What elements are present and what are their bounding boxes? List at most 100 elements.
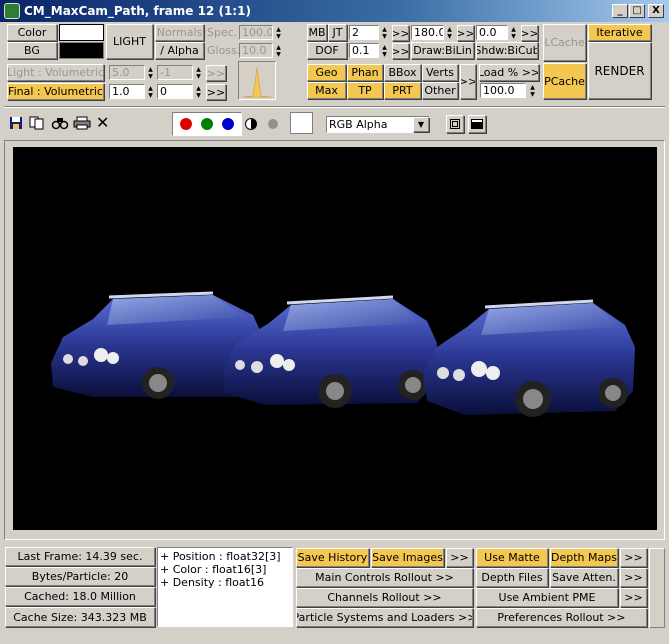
light-volumetric-button[interactable]: Light : Volumetric [7, 64, 104, 81]
preferences-rollout-button[interactable]: Preferences Rollout >> [476, 608, 647, 627]
final-vol-field-1[interactable]: 1.0 [109, 84, 145, 99]
atten-more-button[interactable]: >> [620, 568, 647, 587]
app-icon [4, 3, 20, 19]
close-button[interactable]: X [648, 4, 664, 18]
phan-button[interactable]: Phan [347, 64, 383, 81]
cached-status: Cached: 18.0 Million [5, 587, 155, 606]
contrast-icon[interactable] [245, 118, 257, 130]
shutter-offset-field[interactable]: 0.0 [476, 25, 508, 40]
dof-button[interactable]: DOF [307, 42, 347, 59]
gloss-spinner[interactable]: ▲ ▼ [274, 44, 283, 58]
channel-color[interactable]: + Color : float16[3] [160, 563, 266, 576]
channel-select-dropdown-icon[interactable]: ▼ [413, 117, 429, 132]
final-vol-field-2[interactable]: 0 [157, 84, 193, 99]
channels-rollout-button[interactable]: Channels Rollout >> [296, 588, 473, 607]
spec-spinner[interactable]: ▲ ▼ [274, 26, 283, 40]
spec-field[interactable]: 100.0 [239, 25, 273, 40]
clone-icon[interactable] [51, 116, 69, 130]
offset-more-button[interactable]: >> [521, 25, 538, 41]
verts-button[interactable]: Verts [422, 64, 458, 81]
jt-button[interactable]: JT [328, 24, 347, 41]
channel-list[interactable]: + Position : float32[3] + Color : float1… [157, 547, 293, 627]
save-icon[interactable] [9, 116, 23, 130]
mb-samples-spinner[interactable]: ▲ ▼ [380, 26, 389, 40]
fit-view-icon[interactable] [446, 115, 464, 133]
shutter-angle-spinner[interactable]: ▲ ▼ [445, 26, 454, 40]
bg-button[interactable]: BG [7, 42, 57, 59]
rollout-scrollbar[interactable] [649, 548, 665, 628]
ambient-more-button[interactable]: >> [620, 588, 647, 607]
lcache-button[interactable]: LCache [543, 24, 586, 61]
fullscreen-icon[interactable] [468, 115, 486, 133]
geo-button[interactable]: Geo [307, 64, 346, 81]
depth-maps-button[interactable]: Depth Maps [550, 548, 618, 567]
bbox-button[interactable]: BBox [384, 64, 421, 81]
print-icon[interactable] [73, 116, 91, 130]
pcache-button[interactable]: PCache [543, 63, 586, 99]
depth-maps-more-button[interactable]: >> [620, 548, 647, 567]
car-3 [423, 299, 635, 417]
normals-button[interactable]: Normals [155, 24, 204, 41]
final-vol-more-button[interactable]: >> [206, 84, 226, 100]
channel-position[interactable]: + Position : float32[3] [160, 550, 281, 563]
bytes-particle-status: Bytes/Particle: 20 [5, 567, 155, 586]
load-percent-field[interactable]: 100.0 [480, 83, 526, 98]
bg-swatch[interactable] [59, 42, 104, 59]
dof-field[interactable]: 0.1 [349, 43, 379, 58]
title-bar[interactable]: CM_MaxCam_Path, frame 12 (1:1) _ □ X [0, 0, 669, 22]
channel-density[interactable]: + Density : float16 [160, 576, 264, 589]
prt-button[interactable]: PRT [384, 82, 421, 99]
swatch-preview[interactable] [290, 112, 313, 134]
depth-files-button[interactable]: Depth Files [476, 568, 548, 587]
shutter-offset-spinner[interactable]: ▲ ▼ [509, 26, 518, 40]
alpha-button[interactable]: / Alpha [155, 42, 204, 59]
use-matte-button[interactable]: Use Matte [476, 548, 548, 567]
light-vol-field-2[interactable]: -1 [157, 65, 193, 80]
copy-icon[interactable] [29, 116, 45, 130]
mb-samples-field[interactable]: 2 [349, 25, 379, 40]
color-swatch[interactable] [59, 24, 104, 41]
light-button[interactable]: LIGHT [106, 24, 153, 59]
main-controls-rollout-button[interactable]: Main Controls Rollout >> [296, 568, 473, 587]
dof-spinner[interactable]: ▲ ▼ [380, 44, 389, 58]
dof-more-button[interactable]: >> [392, 43, 409, 59]
iterative-button[interactable]: Iterative [588, 24, 651, 41]
save-history-button[interactable]: Save History [296, 548, 369, 567]
render-button[interactable]: RENDER [588, 42, 651, 99]
load-percent-button[interactable]: Load % >> [479, 64, 539, 81]
light-vol-spinner-2[interactable]: ▲ ▼ [194, 66, 203, 80]
save-more-button[interactable]: >> [446, 548, 473, 567]
maximize-button[interactable]: □ [629, 4, 645, 18]
light-vol-field-1[interactable]: 5.0 [109, 65, 145, 80]
use-ambient-pme-button[interactable]: Use Ambient PME [476, 588, 618, 607]
save-atten-button[interactable]: Save Atten. [550, 568, 618, 587]
mb-button[interactable]: MB [307, 24, 327, 41]
particle-systems-rollout-button[interactable]: Particle Systems and Loaders >> [296, 608, 473, 627]
blue-channel-icon[interactable] [222, 118, 234, 130]
render-viewport[interactable] [13, 147, 657, 530]
light-vol-spinner-1[interactable]: ▲ ▼ [146, 66, 155, 80]
final-vol-spinner-2[interactable]: ▲ ▼ [194, 85, 203, 99]
final-vol-spinner-1[interactable]: ▲ ▼ [146, 85, 155, 99]
light-vol-more-button[interactable]: >> [206, 65, 226, 81]
gloss-field[interactable]: 10.0 [239, 43, 273, 58]
other-button[interactable]: Other [422, 82, 458, 99]
loaders-more-button[interactable]: >> [460, 64, 476, 99]
red-channel-icon[interactable] [180, 118, 192, 130]
angle-more-button[interactable]: >> [457, 25, 474, 41]
shadow-filter-button[interactable]: Shdw:BiCub [476, 42, 538, 59]
green-channel-icon[interactable] [201, 118, 213, 130]
shutter-angle-field[interactable]: 180.0 [411, 25, 444, 40]
minimize-button[interactable]: _ [612, 4, 628, 18]
draw-filter-button[interactable]: Draw:BiLin [411, 42, 474, 59]
save-images-button[interactable]: Save Images [371, 548, 444, 567]
final-volumetric-button[interactable]: Final : Volumetric [7, 83, 104, 100]
tp-button[interactable]: TP [347, 82, 383, 99]
mono-channel-icon[interactable] [268, 119, 278, 129]
render-image [51, 291, 635, 417]
load-percent-spinner[interactable]: ▲ ▼ [528, 84, 537, 98]
mb-more-button[interactable]: >> [392, 25, 409, 41]
max-button[interactable]: Max [307, 82, 346, 99]
color-button[interactable]: Color [7, 24, 57, 41]
clear-icon[interactable]: ✕ [96, 115, 110, 131]
